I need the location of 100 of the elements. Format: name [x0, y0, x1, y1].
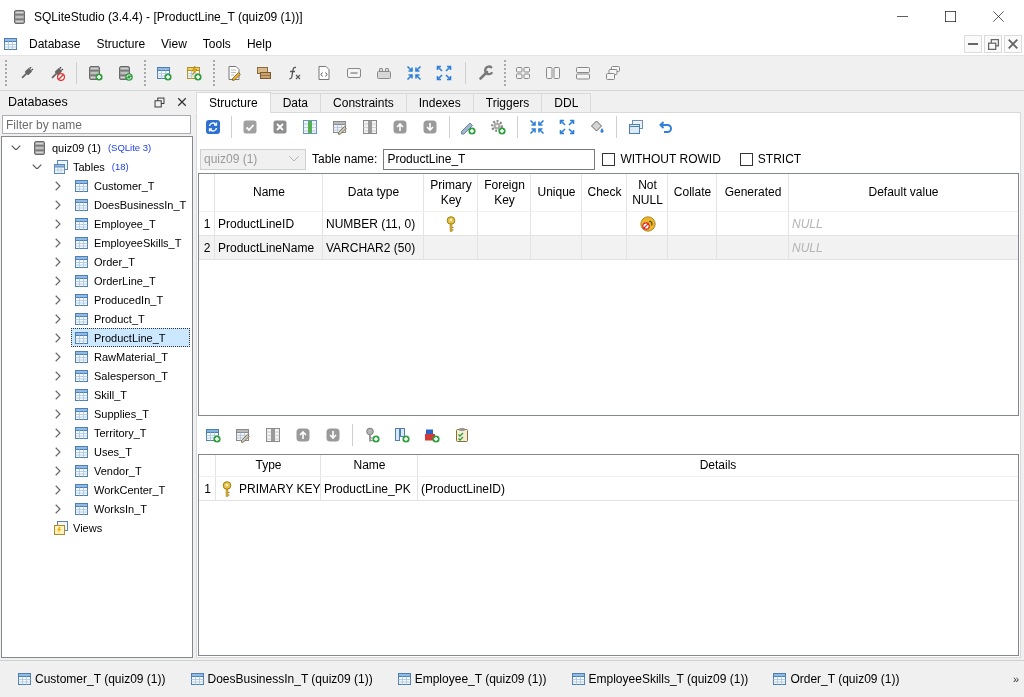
tree-item[interactable]: quiz09 (1)	[29, 138, 104, 157]
chevron-right-icon[interactable]	[55, 503, 61, 514]
refresh-icon[interactable]	[205, 119, 221, 135]
checkbox[interactable]	[602, 152, 616, 166]
tree-item[interactable]: Customer_T	[71, 176, 158, 195]
window-tab[interactable]: Employee_T (quiz09 (1))	[396, 671, 547, 687]
page-pencil-icon[interactable]	[226, 65, 242, 81]
tree-item[interactable]: EmployeeSkills_T	[71, 233, 185, 252]
wrench-icon[interactable]	[478, 65, 494, 81]
tree-item[interactable]: Employee_T	[71, 214, 159, 233]
tree-item[interactable]: WorksIn_T	[71, 499, 150, 518]
table-column-icon[interactable]	[302, 119, 318, 135]
arrow-up-icon[interactable]	[392, 119, 408, 135]
restore-button[interactable]	[984, 35, 1002, 53]
chevron-right-icon[interactable]	[55, 446, 61, 457]
filter-field[interactable]: Filter by name	[2, 115, 191, 134]
collapse-arrows-icon[interactable]	[529, 119, 545, 135]
menu-item[interactable]: Help	[238, 35, 280, 53]
gear-plus-icon[interactable]	[490, 119, 506, 135]
chevron-right-icon[interactable]	[55, 351, 61, 362]
plug-blocked-icon[interactable]	[49, 65, 65, 81]
menu-item[interactable]: Tools	[194, 35, 239, 53]
brick-icon[interactable]	[376, 65, 392, 81]
window-tab[interactable]: EmployeeSkills_T (quiz09 (1))	[570, 671, 749, 687]
key-plus-icon[interactable]	[364, 427, 380, 443]
tree-item[interactable]: Uses_T	[71, 442, 135, 461]
tree-item[interactable]: WorkCenter_T	[71, 480, 169, 499]
tab[interactable]: Structure	[196, 92, 271, 113]
stacked-windows-icon[interactable]	[628, 119, 644, 135]
tree-item[interactable]: Views	[50, 518, 106, 537]
window-tab[interactable]: DoesBusinessIn_T (quiz09 (1))	[189, 671, 373, 687]
chevron-right-icon[interactable]	[55, 484, 61, 495]
tile-columns-icon[interactable]	[545, 65, 561, 81]
paint-bucket-icon[interactable]	[589, 119, 605, 135]
tile-grid-icon[interactable]	[515, 65, 531, 81]
close-button[interactable]	[1004, 35, 1022, 53]
tree-item[interactable]: Territory_T	[71, 423, 150, 442]
undo-icon[interactable]	[658, 119, 674, 135]
check-icon[interactable]	[242, 119, 258, 135]
table-row[interactable]: 1 ProductLineID NUMBER (11, 0) NULL	[199, 212, 1018, 236]
table-pencil-icon[interactable]	[235, 427, 251, 443]
tree-item[interactable]: DoesBusinessIn_T	[71, 195, 190, 214]
chevron-right-icon[interactable]	[55, 408, 61, 419]
minimize-icon[interactable]	[896, 16, 908, 17]
table-pencil-icon[interactable]	[332, 119, 348, 135]
database-plus-icon[interactable]	[87, 65, 103, 81]
table-row[interactable]: 1 PRIMARY KEY ProductLine_PK (ProductLineID)	[199, 477, 1018, 501]
columns-plus-icon[interactable]	[394, 427, 410, 443]
tree-item[interactable]: ProducedIn_T	[71, 290, 167, 309]
cross-icon[interactable]	[272, 119, 288, 135]
chevron-right-icon[interactable]	[55, 465, 61, 476]
chevron-right-icon[interactable]	[55, 199, 61, 210]
overflow-chevron[interactable]: »	[1012, 673, 1019, 685]
page-code-icon[interactable]	[316, 65, 332, 81]
arrow-up-icon[interactable]	[295, 427, 311, 443]
tree-item[interactable]: Tables	[50, 157, 108, 176]
function-icon[interactable]	[286, 65, 302, 81]
tree-item[interactable]: Salesperson_T	[71, 366, 171, 385]
chevron-right-icon[interactable]	[55, 237, 61, 248]
table-plus-icon[interactable]	[156, 65, 172, 81]
menu-item[interactable]: Structure	[88, 35, 154, 53]
tree-item[interactable]: Skill_T	[71, 385, 130, 404]
tab[interactable]: DDL	[541, 93, 592, 112]
chevron-down-icon[interactable]	[32, 163, 42, 170]
table-column-icon[interactable]	[265, 427, 281, 443]
restore-icon[interactable]	[154, 96, 165, 108]
tree-item[interactable]: Supplies_T	[71, 404, 153, 423]
tree-item[interactable]: RawMaterial_T	[71, 347, 171, 366]
close-icon[interactable]	[992, 11, 1004, 22]
arrow-down-icon[interactable]	[422, 119, 438, 135]
table-column-icon[interactable]	[362, 119, 378, 135]
collapse-arrows-icon[interactable]	[406, 65, 422, 81]
table-plus-icon[interactable]	[205, 427, 221, 443]
plug-icon[interactable]	[19, 65, 35, 81]
chevron-right-icon[interactable]	[55, 427, 61, 438]
window-tab[interactable]: Order_T (quiz09 (1))	[772, 671, 900, 687]
tree-item[interactable]: OrderLine_T	[71, 271, 159, 290]
menu-item[interactable]: Database	[21, 35, 89, 53]
table-row[interactable]: 2 ProductLineName VARCHAR2 (50) NULL	[199, 236, 1018, 260]
tile-rows-icon[interactable]	[575, 65, 591, 81]
table-bolt-plus-icon[interactable]	[186, 65, 202, 81]
chevron-right-icon[interactable]	[55, 275, 61, 286]
blocks-plus-icon[interactable]	[424, 427, 440, 443]
expand-arrows-icon[interactable]	[559, 119, 575, 135]
expand-arrows-icon[interactable]	[436, 65, 452, 81]
checkbox[interactable]	[739, 152, 753, 166]
tree-item[interactable]: Vendor_T	[71, 461, 145, 480]
minimize-button[interactable]	[964, 35, 982, 53]
chevron-right-icon[interactable]	[55, 332, 61, 343]
arrow-down-icon[interactable]	[325, 427, 341, 443]
database-sync-icon[interactable]	[117, 65, 133, 81]
tree-item[interactable]: Order_T	[71, 252, 138, 271]
text-box-icon[interactable]	[346, 65, 362, 81]
chevron-right-icon[interactable]	[55, 180, 61, 191]
chevron-right-icon[interactable]	[55, 218, 61, 229]
window-tab[interactable]: Customer_T (quiz09 (1))	[17, 671, 166, 687]
chevron-down-icon[interactable]	[11, 144, 21, 151]
tab[interactable]: Triggers	[472, 93, 543, 112]
close-icon[interactable]	[177, 97, 187, 107]
maximize-icon[interactable]	[944, 11, 956, 22]
